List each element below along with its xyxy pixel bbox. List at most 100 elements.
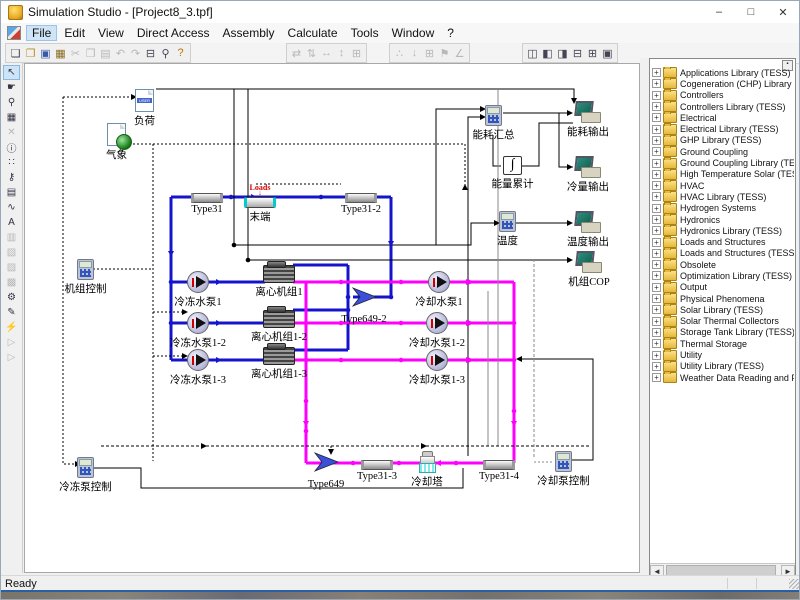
menu-?[interactable]: ? xyxy=(441,25,460,41)
direct-access-tool-icon[interactable]: ∷ xyxy=(3,155,20,170)
expand-icon[interactable]: + xyxy=(652,294,661,303)
export-view-icon[interactable]: ▩ xyxy=(3,275,20,290)
print-preview-icon[interactable]: ⚲ xyxy=(158,46,173,61)
grid-snap-icon[interactable]: ⊞ xyxy=(349,46,364,61)
library-item[interactable]: +Output xyxy=(652,282,794,293)
expand-icon[interactable]: + xyxy=(652,238,661,247)
cooling-tower[interactable]: 冷却塔 xyxy=(417,451,437,473)
library-item[interactable]: +Controllers xyxy=(652,90,794,101)
parameter-tool-icon[interactable]: ⚷ xyxy=(3,170,20,185)
card-view-2-icon[interactable]: ▧ xyxy=(3,245,20,260)
tree-view-icon[interactable]: ∴ xyxy=(392,46,407,61)
energy-integrator[interactable]: ∫能量累计 xyxy=(503,156,522,175)
maximize-button[interactable]: □ xyxy=(735,1,767,23)
temperature-output[interactable]: 温度输出 xyxy=(575,211,601,233)
expand-icon[interactable]: + xyxy=(652,249,661,258)
new-icon[interactable]: ❏ xyxy=(8,46,23,61)
link-tool-icon[interactable]: ∿ xyxy=(3,200,20,215)
menu-tools[interactable]: Tools xyxy=(345,25,385,41)
minimize-button[interactable]: – xyxy=(703,1,735,23)
tile-vertical-icon[interactable]: ⊞ xyxy=(585,46,600,61)
library-item[interactable]: +Hydronics Library (TESS) xyxy=(652,225,794,236)
select-tool-icon[interactable]: ↖ xyxy=(3,65,20,80)
library-item[interactable]: +Electrical xyxy=(652,112,794,123)
library-item[interactable]: +Loads and Structures (TESS) xyxy=(652,248,794,259)
expand-icon[interactable]: + xyxy=(652,170,661,179)
menu-assembly[interactable]: Assembly xyxy=(217,25,281,41)
tile-left-icon[interactable]: ◧ xyxy=(540,46,555,61)
same-height-icon[interactable]: ↕ xyxy=(334,46,349,61)
assembly-tool-icon[interactable]: ▤ xyxy=(3,185,20,200)
library-item[interactable]: +Controllers Library (TESS) xyxy=(652,101,794,112)
expand-icon[interactable]: + xyxy=(652,147,661,156)
library-item[interactable]: +Ground Coupling xyxy=(652,146,794,157)
cooling-energy-output[interactable]: 冷量输出 xyxy=(575,156,601,178)
weather-data[interactable]: 气象 xyxy=(107,123,126,146)
library-item[interactable]: +Loads and Structures xyxy=(652,236,794,247)
terminal-unit[interactable]: Loads↓末端 xyxy=(244,197,276,208)
diverter-type649-2[interactable]: Type649-2 xyxy=(351,286,377,313)
chilled-pump-2[interactable]: 冷冻水泵1-2 xyxy=(187,312,209,334)
unit-control[interactable]: 机组控制 xyxy=(77,259,94,280)
expand-icon[interactable]: + xyxy=(652,125,661,134)
table-view-icon[interactable]: ⊞ xyxy=(422,46,437,61)
library-item[interactable]: +HVAC xyxy=(652,180,794,191)
play-1-icon[interactable]: ▷ xyxy=(3,335,20,350)
align-horizontal-icon[interactable]: ⇄ xyxy=(289,46,304,61)
expand-icon[interactable]: + xyxy=(652,271,661,280)
cooling-pump-control[interactable]: 冷却泵控制 xyxy=(555,451,572,472)
card-view-1-icon[interactable]: ▥ xyxy=(3,230,20,245)
expand-icon[interactable]: + xyxy=(652,181,661,190)
expand-icon[interactable]: + xyxy=(652,260,661,269)
pipe-type31-3[interactable]: Type31-3 xyxy=(361,460,393,470)
print-view-icon[interactable]: ▨ xyxy=(3,260,20,275)
cascade-windows-icon[interactable]: ◫ xyxy=(525,46,540,61)
expand-icon[interactable]: + xyxy=(652,68,661,77)
load-data[interactable]: USER负荷 xyxy=(135,89,154,112)
open-icon[interactable]: ❐ xyxy=(23,46,38,61)
chilled-pump-3[interactable]: 冷冻水泵1-3 xyxy=(187,349,209,371)
expand-icon[interactable]: + xyxy=(652,339,661,348)
grid-view-icon[interactable]: ▦ xyxy=(3,110,20,125)
menu-edit[interactable]: Edit xyxy=(58,25,91,41)
expand-icon[interactable]: + xyxy=(652,102,661,111)
menu-calculate[interactable]: Calculate xyxy=(282,25,344,41)
expand-icon[interactable]: + xyxy=(652,373,661,382)
menu-file[interactable]: File xyxy=(26,25,57,41)
menu-window[interactable]: Window xyxy=(386,25,441,41)
pipe-type31-2[interactable]: Type31-2 xyxy=(345,193,377,203)
menu-direct-access[interactable]: Direct Access xyxy=(131,25,216,41)
expand-icon[interactable]: + xyxy=(652,204,661,213)
print-icon[interactable]: ⊟ xyxy=(143,46,158,61)
library-item[interactable]: +Solar Library (TESS) xyxy=(652,304,794,315)
library-item[interactable]: +High Temperature Solar (TESS) xyxy=(652,169,794,180)
expand-icon[interactable]: + xyxy=(652,351,661,360)
energy-output[interactable]: 能耗输出 xyxy=(575,101,601,123)
expand-icon[interactable]: + xyxy=(652,91,661,100)
library-item[interactable]: +Physical Phenomena xyxy=(652,293,794,304)
expand-icon[interactable]: + xyxy=(652,136,661,145)
delete-tool-icon[interactable]: ✕ xyxy=(3,125,20,140)
text-tool-icon[interactable]: A xyxy=(3,215,20,230)
unit-cop-output[interactable]: 机组COP xyxy=(576,251,602,273)
info-tool-icon[interactable]: ⓘ xyxy=(3,140,20,155)
library-item[interactable]: +Hydrogen Systems xyxy=(652,203,794,214)
library-item[interactable]: +Utility xyxy=(652,349,794,360)
expand-icon[interactable]: + xyxy=(652,362,661,371)
library-item[interactable]: +HVAC Library (TESS) xyxy=(652,191,794,202)
expand-icon[interactable]: + xyxy=(652,79,661,88)
play-2-icon[interactable]: ▷ xyxy=(3,350,20,365)
pipe-type31[interactable]: Type31 xyxy=(191,193,223,203)
resize-grip[interactable] xyxy=(789,579,799,589)
panel-splitter[interactable] xyxy=(640,58,649,579)
expand-icon[interactable]: + xyxy=(652,317,661,326)
save-icon[interactable]: ▣ xyxy=(38,46,53,61)
flag-view-icon[interactable]: ⚑ xyxy=(437,46,452,61)
cut-icon[interactable]: ✂ xyxy=(68,46,83,61)
chiller-3[interactable]: 离心机组1-3 xyxy=(263,347,295,365)
arrange-icons-icon[interactable]: ▣ xyxy=(600,46,615,61)
settings-gear-icon[interactable]: ⚙ xyxy=(3,290,20,305)
paste-icon[interactable]: ▤ xyxy=(98,46,113,61)
chiller-1[interactable]: 离心机组1 xyxy=(263,265,295,283)
cooling-pump-2[interactable]: 冷却水泵1-2 xyxy=(426,312,448,334)
